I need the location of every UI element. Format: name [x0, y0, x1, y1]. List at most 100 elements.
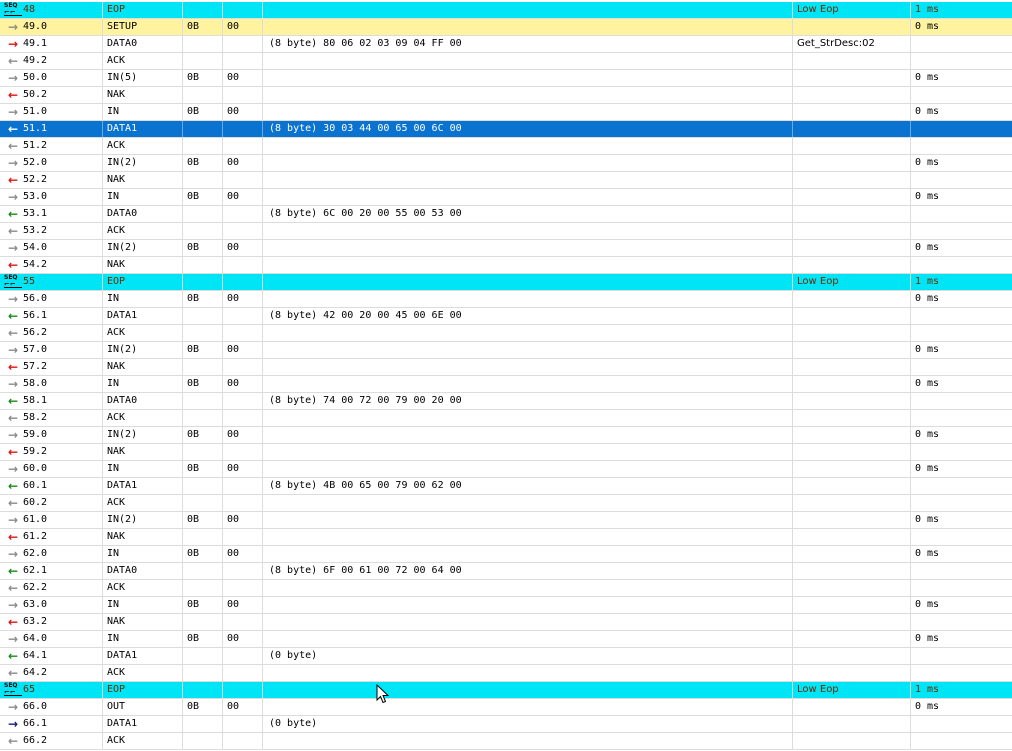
- data-cell: [263, 53, 793, 69]
- data-cell: (8 byte) 42 00 20 00 45 00 6E 00: [263, 308, 793, 324]
- packet-row[interactable]: ← 60.2 ACK: [0, 495, 1012, 512]
- packet-row[interactable]: → 66.1 DATA1 (0 byte): [0, 716, 1012, 733]
- addr-cell-text: 0B: [187, 293, 200, 304]
- packet-row[interactable]: → 60.0 IN 0B 00 0 ms: [0, 461, 1012, 478]
- pid-cell-text: IN: [107, 548, 120, 559]
- packet-row[interactable]: ← 56.2 ACK: [0, 325, 1012, 342]
- time-cell: 1 ms: [911, 682, 1012, 698]
- status-cell: [793, 189, 911, 205]
- data-cell: [263, 665, 793, 681]
- time-cell: [911, 563, 1012, 579]
- packet-row[interactable]: → 52.0 IN(2) 0B 00 0 ms: [0, 155, 1012, 172]
- pid-cell: DATA0: [103, 36, 183, 52]
- sof-row[interactable]: SEQ ⌐⌐ 48 EOP Low Eop 1 ms: [0, 2, 1012, 19]
- sequence-number: 58.0: [23, 378, 48, 389]
- seq-cell: → 54.0: [0, 240, 103, 256]
- data-cell: (8 byte) 30 03 44 00 65 00 6C 00: [263, 121, 793, 137]
- packet-row[interactable]: → 53.0 IN 0B 00 0 ms: [0, 189, 1012, 206]
- packet-list[interactable]: SEQ ⌐⌐ 48 EOP Low Eop 1 ms → 49.0 SETUP 0B 00 0 ms →…: [0, 2, 1012, 750]
- endp-cell: 00: [223, 512, 263, 528]
- packet-row[interactable]: → 59.0 IN(2) 0B 00 0 ms: [0, 427, 1012, 444]
- arrow-left-icon: ←: [7, 224, 19, 238]
- packet-row[interactable]: → 62.0 IN 0B 00 0 ms: [0, 546, 1012, 563]
- packet-row[interactable]: ← 58.2 ACK: [0, 410, 1012, 427]
- packet-row[interactable]: ← 52.2 NAK: [0, 172, 1012, 189]
- status-cell: [793, 410, 911, 426]
- packet-row[interactable]: ← 62.2 ACK: [0, 580, 1012, 597]
- pid-cell: IN: [103, 189, 183, 205]
- packet-row[interactable]: ← 64.2 ACK: [0, 665, 1012, 682]
- time-cell: 1 ms: [911, 274, 1012, 290]
- packet-row[interactable]: ← 53.2 ACK: [0, 223, 1012, 240]
- packet-row[interactable]: → 56.0 IN 0B 00 0 ms: [0, 291, 1012, 308]
- addr-cell: [183, 665, 223, 681]
- addr-cell: [183, 274, 223, 290]
- addr-cell-text: 0B: [187, 106, 200, 117]
- time-cell-text: 0 ms: [915, 293, 940, 304]
- time-cell-text: 0 ms: [915, 344, 940, 355]
- endp-cell-text: 00: [227, 293, 240, 304]
- packet-row[interactable]: ← 50.2 NAK: [0, 87, 1012, 104]
- pid-cell-text: DATA0: [107, 565, 138, 576]
- arrow-right-icon: →: [7, 632, 19, 646]
- sof-icon: SEQ ⌐⌐: [4, 3, 22, 17]
- endp-cell: [223, 172, 263, 188]
- pid-cell: ACK: [103, 138, 183, 154]
- packet-row[interactable]: ← 56.1 DATA1 (8 byte) 42 00 20 00 45 00 6E …: [0, 308, 1012, 325]
- pid-cell: ACK: [103, 495, 183, 511]
- packet-row[interactable]: ← 60.1 DATA1 (8 byte) 4B 00 65 00 79 00 62 …: [0, 478, 1012, 495]
- packet-row[interactable]: → 50.0 IN(5) 0B 00 0 ms: [0, 70, 1012, 87]
- packet-row[interactable]: ← 51.2 ACK: [0, 138, 1012, 155]
- addr-cell: [183, 563, 223, 579]
- data-cell: [263, 325, 793, 341]
- packet-row[interactable]: → 49.0 SETUP 0B 00 0 ms: [0, 19, 1012, 36]
- packet-row[interactable]: ← 66.2 ACK: [0, 733, 1012, 750]
- time-cell: 0 ms: [911, 19, 1012, 35]
- packet-row[interactable]: → 51.0 IN 0B 00 0 ms: [0, 104, 1012, 121]
- packet-row[interactable]: → 49.1 DATA0 (8 byte) 80 06 02 03 09 04 FF …: [0, 36, 1012, 53]
- sequence-number: 65: [23, 684, 36, 695]
- pid-cell: IN: [103, 631, 183, 647]
- pid-cell: IN: [103, 546, 183, 562]
- addr-cell: 0B: [183, 104, 223, 120]
- packet-row[interactable]: → 54.0 IN(2) 0B 00 0 ms: [0, 240, 1012, 257]
- packet-row[interactable]: ← 58.1 DATA0 (8 byte) 74 00 72 00 79 00 20 …: [0, 393, 1012, 410]
- status-cell: [793, 172, 911, 188]
- endp-cell: 00: [223, 70, 263, 86]
- packet-row[interactable]: ← 59.2 NAK: [0, 444, 1012, 461]
- time-cell-text: 0 ms: [915, 242, 940, 253]
- packet-row[interactable]: ← 61.2 NAK: [0, 529, 1012, 546]
- packet-row[interactable]: → 61.0 IN(2) 0B 00 0 ms: [0, 512, 1012, 529]
- pid-cell-text: DATA1: [107, 718, 138, 729]
- packet-row[interactable]: ← 57.2 NAK: [0, 359, 1012, 376]
- sof-row[interactable]: SEQ ⌐⌐ 65 EOP Low Eop 1 ms: [0, 682, 1012, 699]
- time-cell-text: 0 ms: [915, 599, 940, 610]
- packet-row[interactable]: → 64.0 IN 0B 00 0 ms: [0, 631, 1012, 648]
- packet-row[interactable]: ← 51.1 DATA1 (8 byte) 30 03 44 00 65 00 6C …: [0, 121, 1012, 138]
- arrow-right-icon: →: [7, 428, 19, 442]
- addr-cell-text: 0B: [187, 701, 200, 712]
- packet-row[interactable]: → 58.0 IN 0B 00 0 ms: [0, 376, 1012, 393]
- time-cell: 0 ms: [911, 461, 1012, 477]
- status-cell: Low Eop: [793, 2, 911, 18]
- pid-cell-text: IN: [107, 463, 120, 474]
- packet-row[interactable]: ← 62.1 DATA0 (8 byte) 6F 00 61 00 72 00 64 …: [0, 563, 1012, 580]
- packet-row[interactable]: → 66.0 OUT 0B 00 0 ms: [0, 699, 1012, 716]
- pid-cell: IN: [103, 376, 183, 392]
- sof-row[interactable]: SEQ ⌐⌐ 55 EOP Low Eop 1 ms: [0, 274, 1012, 291]
- endp-cell: 00: [223, 342, 263, 358]
- packet-row[interactable]: ← 64.1 DATA1 (0 byte): [0, 648, 1012, 665]
- pid-cell: NAK: [103, 359, 183, 375]
- packet-row[interactable]: ← 53.1 DATA0 (8 byte) 6C 00 20 00 55 00 53 …: [0, 206, 1012, 223]
- status-cell: [793, 223, 911, 239]
- seq-cell: ← 60.2: [0, 495, 103, 511]
- status-cell: [793, 597, 911, 613]
- packet-row[interactable]: ← 63.2 NAK: [0, 614, 1012, 631]
- packet-row[interactable]: ← 54.2 NAK: [0, 257, 1012, 274]
- status-cell: [793, 291, 911, 307]
- packet-row[interactable]: ← 49.2 ACK: [0, 53, 1012, 70]
- packet-row[interactable]: → 57.0 IN(2) 0B 00 0 ms: [0, 342, 1012, 359]
- seq-cell: ← 64.1: [0, 648, 103, 664]
- data-cell: (0 byte): [263, 716, 793, 732]
- packet-row[interactable]: → 63.0 IN 0B 00 0 ms: [0, 597, 1012, 614]
